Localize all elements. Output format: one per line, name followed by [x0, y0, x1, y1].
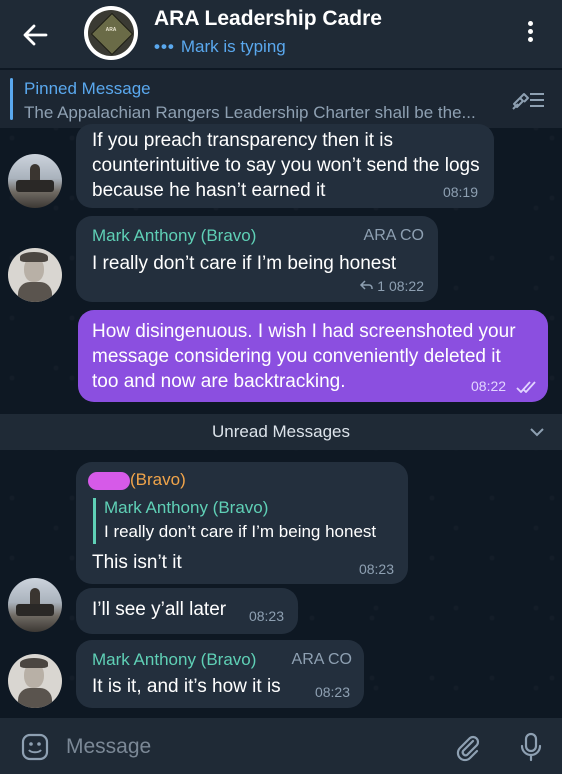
group-avatar[interactable]: ARA — [84, 6, 138, 60]
pinned-title: Pinned Message — [24, 79, 151, 98]
emoji-sticker-icon[interactable] — [20, 732, 50, 762]
chat-header: ARA ARA Leadership Cadre ••• Mark is typi… — [0, 0, 562, 68]
reply-arrow-icon — [360, 280, 374, 290]
message-text: This isn’t it — [92, 552, 182, 573]
message-time: 08:23 — [248, 608, 284, 624]
chat-title[interactable]: ARA Leadership Cadre — [154, 7, 382, 31]
unread-messages-divider: Unread Messages — [0, 414, 562, 450]
reply-quote[interactable]: Mark Anthony (Bravo) I really don’t care… — [93, 498, 376, 544]
message-bubble[interactable]: I’ll see y’all later 08:23 — [76, 588, 298, 634]
chevron-down-icon[interactable] — [527, 424, 547, 440]
outgoing-message-bubble[interactable]: How disingenuous. I wish I had screensho… — [78, 310, 548, 402]
message-time: 08:22 — [471, 378, 507, 394]
reply-count[interactable]: 1 08:22 — [359, 278, 424, 294]
more-options-icon[interactable] — [520, 18, 540, 48]
sender-name[interactable]: (Bravo) — [88, 470, 186, 490]
message-composer — [0, 718, 562, 774]
sender-name[interactable]: Mark Anthony (Bravo) — [92, 650, 256, 670]
read-checkmarks-icon — [516, 380, 538, 398]
sender-name[interactable]: Mark Anthony (Bravo) — [92, 226, 256, 246]
message-text: I’ll see y’all later — [92, 599, 227, 620]
redacted-name-mark — [88, 471, 130, 490]
quote-text: I really don’t care if I’m being honest — [104, 522, 377, 541]
typing-status: ••• Mark is typing — [154, 37, 286, 57]
message-time: 08:22 — [388, 278, 424, 294]
typing-status-text: Mark is typing — [180, 37, 286, 56]
avatar[interactable] — [8, 654, 62, 708]
sender-role: ARA CO — [291, 651, 352, 668]
message-time: 08:23 — [314, 684, 350, 700]
sender-suffix: (Bravo) — [130, 470, 186, 489]
message-text: I really don’t care if I’m being honest — [92, 253, 397, 274]
group-avatar-text: ARA — [105, 27, 117, 33]
paperclip-icon[interactable] — [452, 732, 482, 762]
message-bubble[interactable]: (Bravo) Mark Anthony (Bravo) I really do… — [76, 462, 408, 584]
message-text: It is it, and it’s how it is — [92, 676, 281, 697]
avatar[interactable] — [8, 154, 62, 208]
message-bubble[interactable]: If you preach transparency then it is co… — [76, 124, 494, 208]
message-bubble[interactable]: Mark Anthony (Bravo) ARA CO I really don… — [76, 216, 438, 302]
typing-dots-icon: ••• — [154, 37, 175, 56]
avatar[interactable] — [8, 248, 62, 302]
message-time: 08:19 — [442, 184, 478, 200]
message-text: If you preach transparency then it is co… — [92, 130, 480, 201]
message-input[interactable] — [64, 732, 448, 762]
sender-role: ARA CO — [363, 227, 424, 244]
pinned-message-bar[interactable]: Pinned Message The Appalachian Rangers L… — [0, 70, 562, 128]
reply-count-value: 1 — [377, 278, 386, 294]
message-time: 08:23 — [358, 561, 394, 577]
microphone-icon[interactable] — [516, 731, 546, 763]
pinned-indicator — [10, 78, 13, 120]
unread-label: Unread Messages — [212, 422, 350, 441]
avatar[interactable] — [8, 578, 62, 632]
quote-sender: Mark Anthony (Bravo) — [104, 498, 269, 517]
message-text: How disingenuous. I wish I had screensho… — [92, 321, 516, 392]
message-bubble[interactable]: Mark Anthony (Bravo) ARA CO It is it, an… — [76, 640, 364, 708]
back-arrow-icon[interactable] — [20, 20, 50, 50]
pin-list-icon[interactable] — [510, 88, 546, 112]
pinned-text: The Appalachian Rangers Leadership Chart… — [24, 103, 476, 122]
